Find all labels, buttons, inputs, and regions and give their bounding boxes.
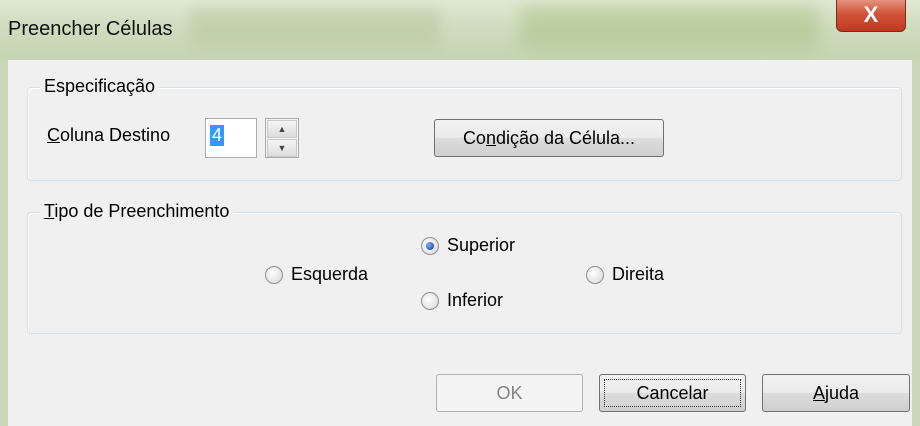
coluna-destino-value: 4: [210, 125, 225, 146]
especificacao-legend: Especificação: [40, 76, 160, 97]
tipo-preenchimento-legend: Tipo de Preenchimento: [40, 201, 234, 222]
window-frame-right: [912, 60, 920, 426]
ok-button[interactable]: OK: [436, 374, 583, 412]
arrow-up-icon: ▲: [277, 124, 287, 134]
condicao-celula-button[interactable]: Condição da Célula...: [434, 119, 664, 157]
window-title: Preencher Células: [8, 18, 173, 40]
radio-direita[interactable]: Direita: [586, 264, 664, 285]
radio-button[interactable]: [265, 265, 283, 284]
dialog-body: Especificação Coluna Destino 4 ▲ ▼ Condi…: [8, 60, 912, 426]
tipo-preenchimento-group: Tipo de Preenchimento Esquerda Superior …: [27, 201, 902, 334]
coluna-destino-label: Coluna Destino: [47, 125, 171, 145]
window-frame-left: [0, 60, 8, 426]
help-button[interactable]: Ajuda: [762, 374, 910, 412]
spin-down-button[interactable]: ▼: [267, 139, 297, 157]
spin-up-button[interactable]: ▲: [267, 120, 297, 138]
coluna-destino-input[interactable]: 4: [205, 118, 257, 158]
close-button[interactable]: X: [836, 0, 906, 32]
title-bar-background: [520, 6, 820, 50]
radio-superior[interactable]: Superior: [421, 235, 515, 256]
title-bar[interactable]: Preencher Células X: [0, 0, 920, 60]
close-icon: X: [863, 2, 879, 27]
cancel-button[interactable]: Cancelar: [599, 374, 746, 412]
title-bar-background: [190, 8, 440, 48]
arrow-down-icon: ▼: [277, 143, 287, 153]
radio-esquerda[interactable]: Esquerda: [265, 264, 368, 285]
radio-button[interactable]: [586, 265, 604, 284]
especificacao-group: Especificação Coluna Destino 4 ▲ ▼ Condi…: [27, 76, 902, 181]
focus-ring: [604, 379, 741, 407]
radio-button[interactable]: [421, 236, 439, 255]
radio-button[interactable]: [421, 291, 439, 310]
coluna-destino-spinner[interactable]: ▲ ▼: [265, 118, 299, 158]
radio-inferior[interactable]: Inferior: [421, 290, 503, 311]
